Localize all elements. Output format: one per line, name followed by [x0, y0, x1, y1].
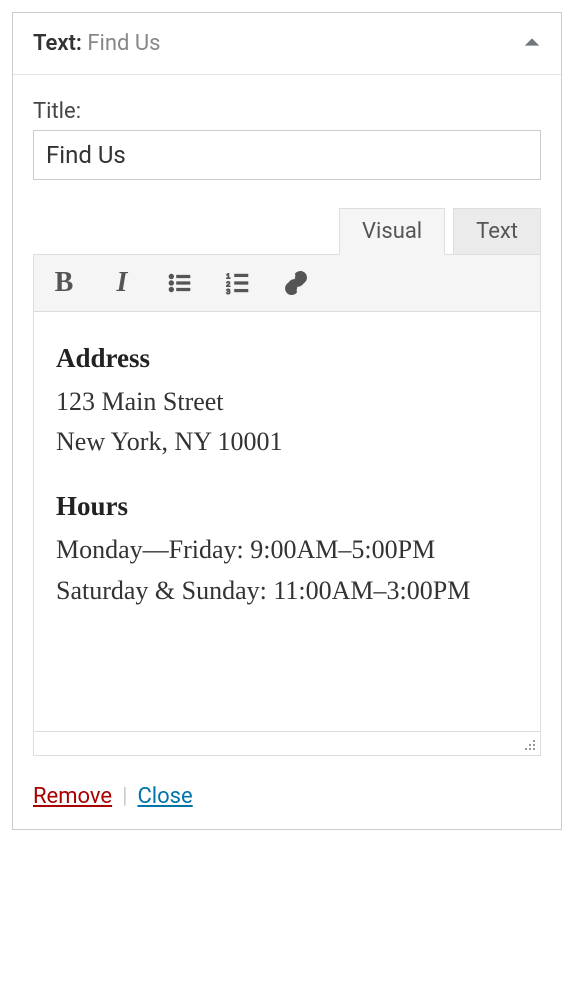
widget-footer: Remove | Close: [33, 784, 541, 809]
italic-button[interactable]: I: [106, 267, 138, 299]
tab-text[interactable]: Text: [453, 208, 541, 254]
close-link[interactable]: Close: [137, 784, 192, 809]
remove-link[interactable]: Remove: [33, 784, 112, 809]
address-heading: Address: [56, 338, 518, 380]
svg-text:3: 3: [226, 287, 230, 296]
title-input[interactable]: [33, 130, 541, 180]
address-line: New York, NY 10001: [56, 422, 518, 462]
text-widget: Text: Find Us Title: Visual Text B I 123: [12, 12, 562, 830]
numbered-list-button[interactable]: 123: [222, 267, 254, 299]
collapse-toggle-icon[interactable]: [523, 33, 541, 55]
hours-block: Hours Monday—Friday: 9:00AM–5:00PM Satur…: [56, 486, 518, 610]
bullet-list-button[interactable]: [164, 267, 196, 299]
hours-heading: Hours: [56, 486, 518, 528]
tab-visual[interactable]: Visual: [339, 208, 445, 255]
editor-toolbar: B I 123: [33, 254, 541, 312]
hours-line: Monday—Friday: 9:00AM–5:00PM: [56, 530, 518, 570]
address-line: 123 Main Street: [56, 382, 518, 422]
widget-type-label: Text:: [33, 31, 82, 56]
editor-wrapper: Visual Text B I 123 Address 123 M: [33, 208, 541, 756]
link-button[interactable]: [280, 267, 312, 299]
editor-resize-handle[interactable]: [33, 732, 541, 756]
widget-header[interactable]: Text: Find Us: [13, 13, 561, 75]
widget-title-wrapper: Text: Find Us: [33, 31, 161, 56]
bold-button[interactable]: B: [48, 267, 80, 299]
address-block: Address 123 Main Street New York, NY 100…: [56, 338, 518, 462]
hours-line: Saturday & Sunday: 11:00AM–3:00PM: [56, 571, 518, 611]
editor-content[interactable]: Address 123 Main Street New York, NY 100…: [33, 312, 541, 732]
widget-body: Title: Visual Text B I 123: [13, 75, 561, 829]
widget-name: Find Us: [87, 31, 160, 56]
title-label: Title:: [33, 99, 541, 124]
footer-separator: |: [122, 784, 127, 809]
editor-tabs: Visual Text: [33, 208, 541, 254]
